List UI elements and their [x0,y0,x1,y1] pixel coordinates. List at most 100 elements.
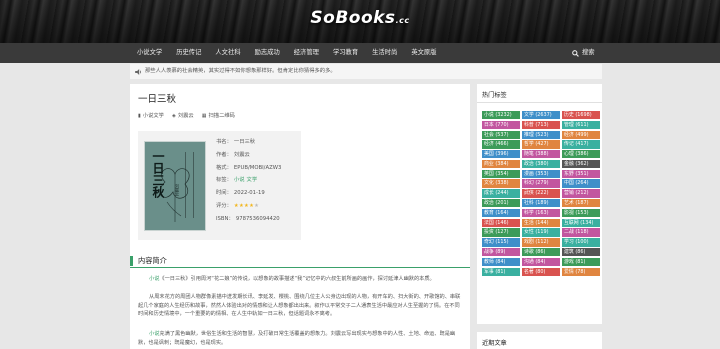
tag-link[interactable]: 游戏 (81) [562,257,600,267]
nav-item[interactable]: 历史传记 [169,43,208,63]
tag-link[interactable]: 推理 (523) [522,130,560,139]
tag-link[interactable]: 社会 (537) [482,130,520,139]
tag-link[interactable]: 小说 (3232) [482,111,520,120]
inline-link[interactable]: 小说 [149,331,159,337]
tag-link[interactable]: 金融 (362) [562,159,600,169]
tag-link[interactable]: 文学 [247,174,258,187]
tag-link[interactable]: 历史 (1698) [562,111,600,120]
summary-paragraph: 小说充满了黑色幽默，世俗生活和生活的智慧，及打破日常生活覆盖的想象力。刘震云写出… [138,331,456,346]
nav-item[interactable]: 励志成功 [248,43,287,63]
tag-link[interactable]: 小说 [234,174,245,187]
rating-stars: ★★★★★ [234,200,259,213]
section-heading: 内容简介 [130,254,470,268]
cover-author: 刘震云 [175,184,180,196]
tag-link[interactable]: 英国 (354) [482,169,520,179]
tag-link[interactable]: 奇幻 (115) [482,238,520,247]
tag-link[interactable]: 商业 (384) [482,159,520,169]
tag-link[interactable]: 法国 (146) [482,218,520,227]
tag-link[interactable]: 军事 (81) [482,267,520,276]
folder-icon: ▮ [138,113,141,119]
tag-link[interactable]: 政治 (201) [482,199,520,208]
tag-cloud: 小说 (3232) 文学 (2637) 历史 (1698) 日本 (770) 科普 (7… [482,111,602,276]
tag-link[interactable]: 戏剧 (112) [522,238,560,247]
info-author-row: 作者： 刘震云 [216,151,250,158]
sidebar-title: 近期文章 [482,340,507,347]
nav-item[interactable]: 英文原版 [404,43,443,63]
tag-link[interactable]: 爱情 (78) [562,267,600,276]
tag-link[interactable]: 二战 (118) [562,228,600,237]
tag-link[interactable]: 中国 (264) [562,179,600,188]
header-banner: SoBooks.cc [0,0,720,43]
tag-link[interactable]: 投资 (127) [482,228,520,237]
tag-link[interactable]: 女性 (119) [522,228,560,237]
tag-link[interactable]: 互联网 (134) [562,218,600,227]
tag-link[interactable]: 随笔 (388) [522,150,560,159]
tag-link[interactable]: 美国 (396) [482,150,520,159]
sidebar-title: 热门标签 [482,92,507,99]
tag-link[interactable]: 成长 (244) [482,189,520,198]
tag-link[interactable]: 心理 (386) [562,150,600,159]
page-title: 一日三秋 [138,94,177,105]
main-nav: 小说文学 历史传记 人文社科 励志成功 经济管理 学习教育 生活时尚 英文原版 搜索 [0,43,720,63]
tag-link[interactable]: 沟通 (84) [522,257,560,267]
qrcode-icon: ▦ [201,113,207,119]
tag-link[interactable]: 文化 (338) [482,179,520,188]
tag-link[interactable]: 东野 (351) [562,169,600,179]
info-format-row: 格式： EPUB/MOBI/AZW3 [216,164,282,171]
summary-paragraph: 小说《一日三秋》引用周河“花二娘”的传说，以想象的故事描述“我”记忆中的六叔生前… [149,276,435,282]
tag-link[interactable]: 文学 (2637) [522,111,560,120]
nav-item[interactable]: 人文社科 [208,43,247,63]
tag-link[interactable]: 影视 (153) [562,208,600,218]
book-cover[interactable]: 一日三秋 刘震云 [144,141,206,231]
info-tags-row: 标签： 小说 文学 [216,174,281,187]
tag-link[interactable]: 管理 (611) [562,120,600,130]
author-tag-link[interactable]: ◈ 刘震云 [172,111,194,119]
nav-item[interactable]: 小说文学 [130,43,169,63]
search-icon [572,49,579,57]
star-empty-icon: ★ [254,202,260,209]
qr-code-link[interactable]: ▦ 扫描二维码 [202,111,235,119]
tag-link[interactable]: 生活 (144) [522,218,560,227]
search-button[interactable]: 搜索 [572,43,595,63]
sidebar-hot-tags: 热门标签 小说 (3232) 文学 (2637) 历史 (1698) 日本 (770)… [477,84,602,324]
book-info-list: 书名： 一日三秋 作者： 刘震云 格式： EPUB/MOBI/AZW3 标签： 小说 文学… [216,136,281,226]
tag-link[interactable]: 传记 (417) [562,140,600,149]
nav-item[interactable]: 学习教育 [326,43,365,63]
site-logo[interactable]: SoBooks.cc [0,8,720,28]
announcement-bar: 那些人人羡慕的社会精英，其实过得不如你想象那样好。但肯定比你猜得多的多。 [130,64,602,79]
tag-link[interactable]: 科幻 (279) [522,179,560,188]
tag-link[interactable]: 名著 (80) [522,267,560,276]
tag-link[interactable]: 武侠 (222) [522,189,560,198]
tag-link[interactable]: 艺术 (187) [562,199,600,208]
info-title-row: 书名： 一日三秋 [216,139,256,145]
cover-title: 一日三秋 [151,150,165,198]
tag-link[interactable]: 科普 (713) [522,120,560,130]
tag-link[interactable]: 社科 (189) [522,199,560,208]
inline-link[interactable]: 小说 [149,276,159,282]
nav-item[interactable]: 生活时尚 [365,43,404,63]
tag-link[interactable]: 哲学 (427) [522,140,560,149]
tag-link[interactable]: 漫画 (353) [522,169,560,179]
tag-link[interactable]: 日本 (770) [482,120,520,130]
tag-link[interactable]: 经济 (466) [482,140,520,149]
summary-paragraph: 从周末花方的周团人物群像素描中迸发期长讯、李延发、樱桃、围绕几位主人公身边出现的… [138,294,461,318]
tag-link[interactable]: 战争 (89) [482,247,520,257]
info-date-row: 时间： 2022-01-19 [216,190,265,197]
tag-icon: ◈ [171,113,176,119]
tag-link[interactable]: 营销 (212) [562,189,600,198]
category-link[interactable]: ▮ 小说文学 [138,111,164,119]
info-rating-row: 评分： ★★★★★ [216,200,281,213]
tag-link[interactable]: 教师 (84) [482,257,520,267]
article: 一日三秋 ▮ 小说文学 ◈ 刘震云 ▦ 扫描二维码 一日三秋 刘震云 书名： 一日三秋 … [130,84,470,349]
tag-link[interactable]: 教育 (164) [482,208,520,218]
info-isbn-row: ISBN： 9787536094420 [216,215,280,222]
tag-link[interactable]: 学习 (100) [562,238,600,247]
nav-item[interactable]: 经济管理 [287,43,326,63]
tag-link[interactable]: 建筑 (86) [562,247,600,257]
tag-link[interactable]: 科学 (163) [522,208,560,218]
announcement-text: 那些人人羡慕的社会精英，其实过得不如你想象那样好。但肯定比你猜得多的多。 [145,68,336,74]
tag-link[interactable]: 诗歌 (86) [522,247,560,257]
tag-link[interactable]: 经济 (499) [562,130,600,139]
tag-link[interactable]: 政治 (380) [522,159,560,169]
speaker-icon [135,68,141,75]
